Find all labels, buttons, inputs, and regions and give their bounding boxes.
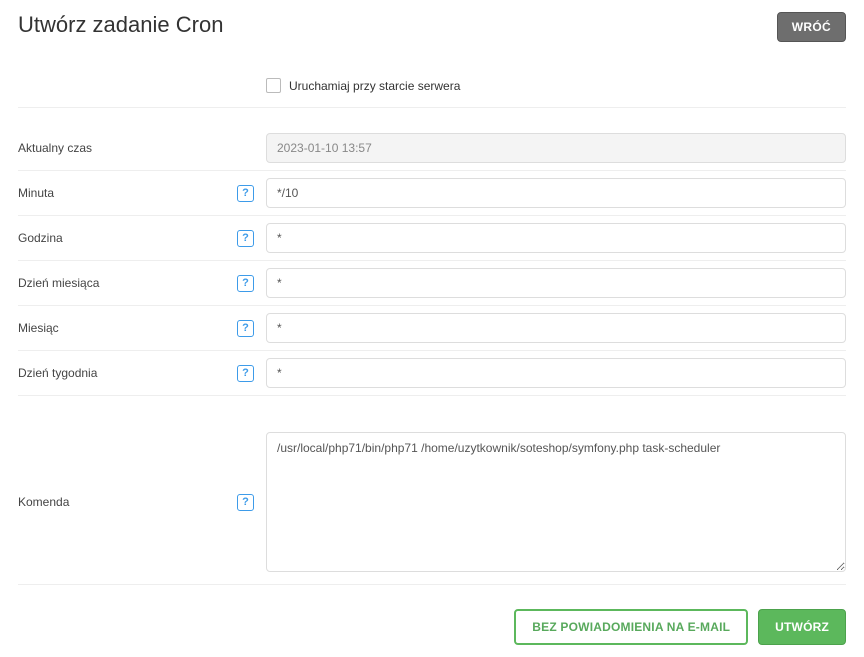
help-icon[interactable]: ?	[237, 320, 254, 337]
page-title: Utwórz zadanie Cron	[18, 12, 223, 38]
help-icon[interactable]: ?	[237, 185, 254, 202]
startup-checkbox-label: Uruchamiaj przy starcie serwera	[289, 79, 460, 93]
minute-input[interactable]	[266, 178, 846, 208]
current-time-value: 2023-01-10 13:57	[266, 133, 846, 163]
create-button[interactable]: UTWÓRZ	[758, 609, 846, 645]
command-label: Komenda	[18, 495, 237, 509]
hour-label: Godzina	[18, 231, 237, 245]
dom-label: Dzień miesiąca	[18, 276, 237, 290]
current-time-label: Aktualny czas	[18, 141, 254, 155]
minute-label: Minuta	[18, 186, 237, 200]
help-icon[interactable]: ?	[237, 275, 254, 292]
month-input[interactable]	[266, 313, 846, 343]
back-button[interactable]: WRÓĆ	[777, 12, 846, 42]
help-icon[interactable]: ?	[237, 230, 254, 247]
no-notify-button[interactable]: BEZ POWIADOMIENIA NA E-MAIL	[514, 609, 748, 645]
startup-checkbox-wrap[interactable]: Uruchamiaj przy starcie serwera	[266, 78, 460, 93]
startup-checkbox[interactable]	[266, 78, 281, 93]
month-label: Miesiąc	[18, 321, 237, 335]
dom-input[interactable]	[266, 268, 846, 298]
hour-input[interactable]	[266, 223, 846, 253]
help-icon[interactable]: ?	[237, 494, 254, 511]
dow-label: Dzień tygodnia	[18, 366, 237, 380]
help-icon[interactable]: ?	[237, 365, 254, 382]
dow-input[interactable]	[266, 358, 846, 388]
command-textarea[interactable]	[266, 432, 846, 572]
